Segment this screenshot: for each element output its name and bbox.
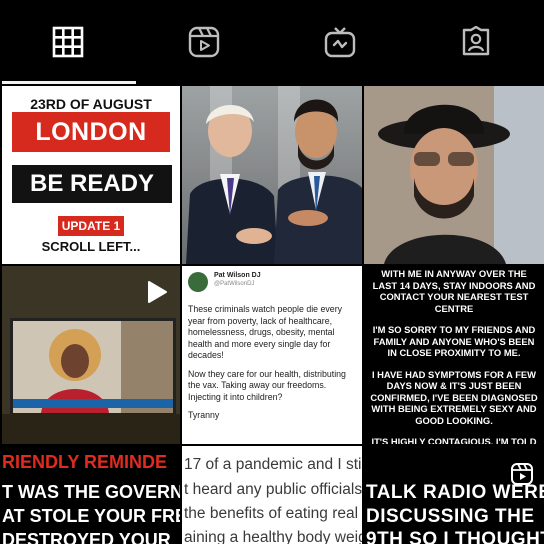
post-thumbnail[interactable]: 23RD OF AUGUST LONDON BE READY UPDATE 1 … [2,86,180,264]
post-paragraph: I'M SO SORRY TO MY FRIENDS AND FAMILY AN… [372,324,536,358]
posts-grid: 23RD OF AUGUST LONDON BE READY UPDATE 1 … [0,84,544,544]
video-icon [148,281,167,303]
post-text-line: aining a healthy body weigh [184,529,362,544]
post-text-line: t heard any public officials [184,481,362,498]
grid-icon [52,26,84,58]
tweet-author-handle: @PatWilsonDJ [214,281,255,287]
photo-man-hat [364,86,544,264]
tagged-icon [462,26,490,56]
post-thumbnail[interactable] [182,86,362,264]
post-text-line: DISCUSSING THE [366,506,535,527]
carousel-icon [156,95,172,111]
tweet-author-name: Pat Wilson DJ [214,272,261,279]
tweet-paragraph: Now they care for our health, distributi… [188,368,346,402]
post-text-block: WITH ME IN ANYWAY OVER THE LAST 14 DAYS,… [368,268,540,444]
avatar [188,272,208,292]
tab-igtv[interactable] [272,0,408,84]
post-text-line: 9TH SO I THOUGHT [366,529,544,544]
tab-reels[interactable] [136,0,272,84]
post-paragraph: IT'S HIGHLY CONTAGIOUS. I'M TOLD [371,436,537,444]
profile-tab-bar [0,0,544,84]
tweet-paragraph: Tyranny [188,410,220,420]
reels-icon [188,26,220,58]
tweet-paragraph: These criminals watch people die every y… [188,304,343,360]
photo-two-men [186,99,362,264]
post-thumbnail[interactable] [364,86,544,264]
post-thumbnail[interactable]: WITH ME IN ANYWAY OVER THE LAST 14 DAYS,… [364,266,544,444]
post-text-line: RIENDLY REMINDE [2,452,168,472]
tab-grid[interactable] [0,0,136,84]
post-thumbnail[interactable]: 17 of a pandemic and I stil t heard any … [182,446,362,544]
post-text-line: AT STOLE YOUR FREEDO [2,506,180,526]
post-thumbnail[interactable]: RIENDLY REMINDE T WAS THE GOVERNMEN AT S… [2,446,180,544]
post-paragraph: WITH ME IN ANYWAY OVER THE LAST 14 DAYS,… [372,268,536,314]
post-paragraph: I HAVE HAD SYMPTOMS FOR A FEW DAYS NOW &… [370,368,538,426]
post-text-line: T WAS THE GOVERNMEN [2,482,180,502]
tv-stand [2,414,180,444]
post-thumbnail[interactable]: Pat Wilson DJ @PatWilsonDJ These crimina… [182,266,362,444]
post-text-line: 17 of a pandemic and I stil [184,456,362,473]
post-headline-red: LONDON [12,112,170,152]
tab-tagged[interactable] [408,0,544,84]
post-thumbnail[interactable] [2,266,180,444]
post-date-text: 23RD OF AUGUST [30,96,152,112]
tv-presenter [13,321,173,413]
update-badge: UPDATE 1 [58,216,124,236]
post-text-line: the benefits of eating real f [184,505,362,522]
reel-icon [511,463,533,485]
scroll-hint: SCROLL LEFT... [41,239,141,254]
post-headline-black: BE READY [12,165,172,203]
post-thumbnail[interactable]: TALK RADIO WERE DISCUSSING THE 9TH SO I … [364,446,544,544]
post-text-line: DESTROYED YOUR [2,530,171,544]
tweet-body: These criminals watch people die every y… [188,304,356,429]
tv-screen [10,318,176,416]
igtv-icon [324,27,356,58]
